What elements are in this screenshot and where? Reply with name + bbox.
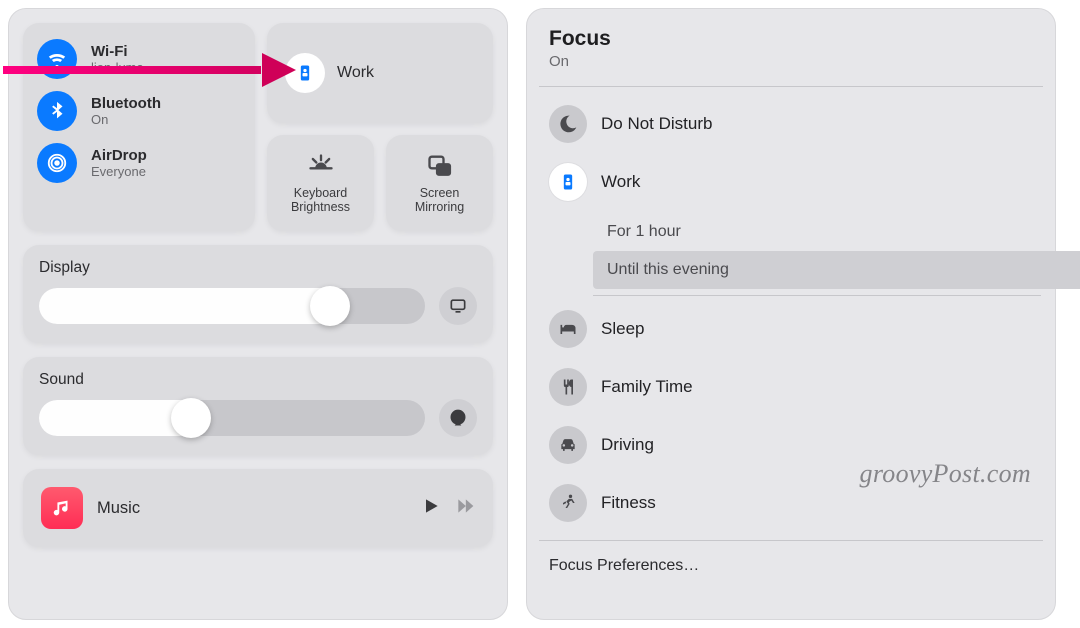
moon-icon	[549, 105, 587, 143]
keyboard-brightness-label: KeyboardBrightness	[291, 186, 350, 215]
running-icon	[549, 484, 587, 522]
focus-tile[interactable]: Work	[267, 23, 493, 123]
focus-mode-dnd[interactable]: Do Not Disturb	[541, 97, 1041, 151]
focus-mode-fitness[interactable]: Fitness	[541, 476, 1041, 530]
sound-card: Sound	[23, 357, 493, 455]
play-button[interactable]	[421, 496, 441, 521]
focus-mode-label: Family Time	[601, 377, 693, 397]
next-button[interactable]	[455, 496, 475, 521]
connectivity-group: Wi-Fi lion-luma Bluetooth On	[23, 23, 255, 231]
focus-duration-hour[interactable]: For 1 hour	[595, 213, 1041, 251]
focus-duration-sublist: For 1 hour Until this evening	[595, 213, 1041, 298]
screen-mirroring-button[interactable]: ScreenMirroring	[386, 135, 493, 231]
keyboard-brightness-icon	[307, 152, 335, 180]
screen-mirroring-icon	[426, 152, 454, 180]
display-slider[interactable]	[39, 288, 425, 324]
focus-mode-driving[interactable]: Driving	[541, 418, 1041, 472]
focus-mode-label: Do Not Disturb	[601, 114, 712, 134]
focus-state: On	[549, 53, 1033, 70]
focus-mode-family[interactable]: Family Time	[541, 360, 1041, 414]
fork-knife-icon	[549, 368, 587, 406]
focus-mode-label: Driving	[601, 435, 654, 455]
divider	[539, 86, 1043, 87]
display-label: Display	[39, 259, 477, 277]
airdrop-icon	[37, 143, 77, 183]
airplay-audio-button[interactable]	[439, 399, 477, 437]
focus-mode-work[interactable]: Work	[541, 155, 1041, 209]
focus-duration-evening[interactable]: Until this evening	[593, 251, 1080, 289]
focus-preferences-link[interactable]: Focus Preferences…	[527, 545, 1055, 575]
control-center-panel: Wi-Fi lion-luma Bluetooth On	[8, 8, 508, 620]
focus-mode-label: Sleep	[601, 319, 644, 339]
wifi-toggle[interactable]: Wi-Fi lion-luma	[37, 33, 241, 85]
keyboard-brightness-button[interactable]: KeyboardBrightness	[267, 135, 374, 231]
bed-icon	[549, 310, 587, 348]
music-app-icon	[41, 487, 83, 529]
airdrop-status: Everyone	[91, 164, 147, 179]
music-card: Music	[23, 469, 493, 547]
car-icon	[549, 426, 587, 464]
bluetooth-toggle[interactable]: Bluetooth On	[37, 85, 241, 137]
focus-tile-label: Work	[337, 64, 374, 82]
sound-slider[interactable]	[39, 400, 425, 436]
display-settings-button[interactable]	[439, 287, 477, 325]
divider	[539, 540, 1043, 541]
music-label: Music	[97, 499, 407, 518]
focus-title: Focus	[549, 27, 1033, 51]
airdrop-label: AirDrop	[91, 147, 147, 164]
wifi-icon	[37, 39, 77, 79]
divider	[593, 295, 1041, 296]
focus-popover: Focus On Do Not Disturb Work For 1 hour …	[526, 8, 1056, 620]
focus-mode-label: Fitness	[601, 493, 656, 513]
wifi-label: Wi-Fi	[91, 43, 144, 60]
bluetooth-label: Bluetooth	[91, 95, 161, 112]
focus-mode-label: Work	[601, 172, 640, 192]
badge-icon	[285, 53, 325, 93]
focus-mode-sleep[interactable]: Sleep	[541, 302, 1041, 356]
bluetooth-icon	[37, 91, 77, 131]
badge-icon	[549, 163, 587, 201]
airdrop-toggle[interactable]: AirDrop Everyone	[37, 137, 241, 189]
bluetooth-status: On	[91, 112, 161, 127]
screen-mirroring-label: ScreenMirroring	[415, 186, 464, 215]
sound-label: Sound	[39, 371, 477, 389]
display-card: Display	[23, 245, 493, 343]
wifi-status: lion-luma	[91, 60, 144, 75]
